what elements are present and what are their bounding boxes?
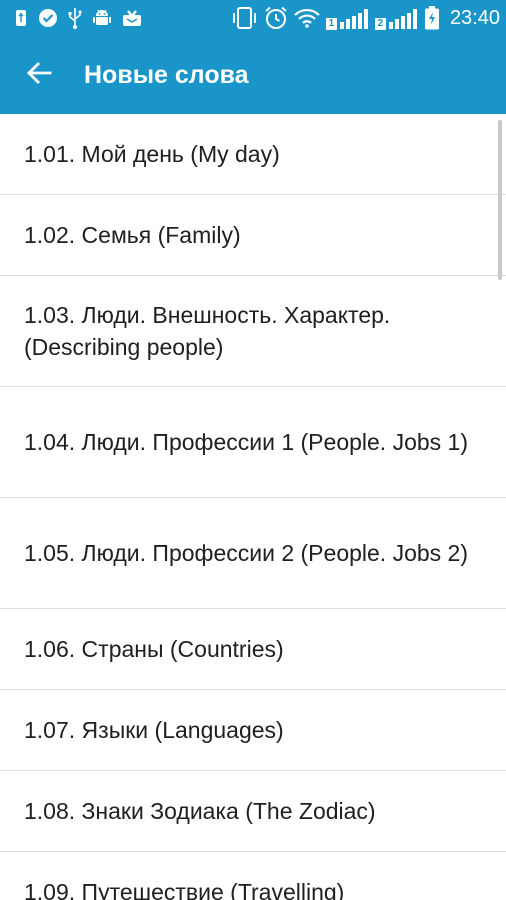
list-item[interactable]: 1.03. Люди. Внешность. Характер. (Descri…	[0, 276, 506, 387]
android-icon	[92, 8, 112, 28]
phone-vibrate-icon	[232, 7, 258, 29]
list-item-label: 1.08. Знаки Зодиака (The Zodiac)	[24, 798, 376, 824]
signal-sim2-icon: 2	[374, 6, 418, 30]
status-time: 23:40	[449, 6, 500, 29]
battery-charging-icon	[424, 6, 440, 30]
wifi-icon	[294, 8, 320, 28]
sim2-label: 2	[374, 18, 386, 30]
usb-icon	[14, 8, 28, 28]
list-item[interactable]: 1.07. Языки (Languages)	[0, 690, 506, 771]
list-item-label: 1.07. Языки (Languages)	[24, 717, 284, 743]
scrollbar[interactable]	[498, 120, 502, 280]
list-item-label: 1.06. Страны (Countries)	[24, 636, 284, 662]
list-item-label: 1.01. Мой день (My day)	[24, 141, 280, 167]
list-item[interactable]: 1.09. Путешествие (Travelling)	[0, 852, 506, 900]
download-tray-icon	[122, 8, 142, 28]
arrow-back-icon	[26, 60, 52, 91]
list-item[interactable]: 1.06. Страны (Countries)	[0, 609, 506, 690]
status-bar-notifications	[0, 7, 142, 29]
list-item[interactable]: 1.05. Люди. Профессии 2 (People. Jobs 2)	[0, 498, 506, 609]
status-bar: 1 2 23:40	[0, 0, 506, 36]
sim1-label: 1	[325, 18, 337, 30]
list-item[interactable]: 1.04. Люди. Профессии 1 (People. Jobs 1)	[0, 387, 506, 498]
back-button[interactable]	[0, 36, 78, 114]
page-title: Новые слова	[84, 60, 249, 89]
list-item-label: 1.05. Люди. Профессии 2 (People. Jobs 2)	[24, 540, 469, 566]
list-item[interactable]: 1.08. Знаки Зодиака (The Zodiac)	[0, 771, 506, 852]
list-item-label: 1.02. Семья (Family)	[24, 222, 241, 248]
alarm-icon	[264, 6, 288, 30]
signal-sim1-icon: 1	[325, 6, 369, 30]
list-item[interactable]: 1.02. Семья (Family)	[0, 195, 506, 276]
usb-debug-icon	[68, 7, 82, 29]
list-item-label: 1.03. Люди. Внешность. Характер. (Descri…	[24, 302, 391, 360]
app-bar: Новые слова	[0, 36, 506, 114]
status-bar-system: 1 2 23:40	[232, 6, 506, 30]
list-item-label: 1.09. Путешествие (Travelling)	[24, 879, 345, 900]
check-badge-icon	[38, 8, 58, 28]
list-item[interactable]: 1.01. Мой день (My day)	[0, 114, 506, 195]
lessons-list[interactable]: 1.01. Мой день (My day) 1.02. Семья (Fam…	[0, 114, 506, 900]
list-item-label: 1.04. Люди. Профессии 1 (People. Jobs 1)	[24, 429, 469, 455]
